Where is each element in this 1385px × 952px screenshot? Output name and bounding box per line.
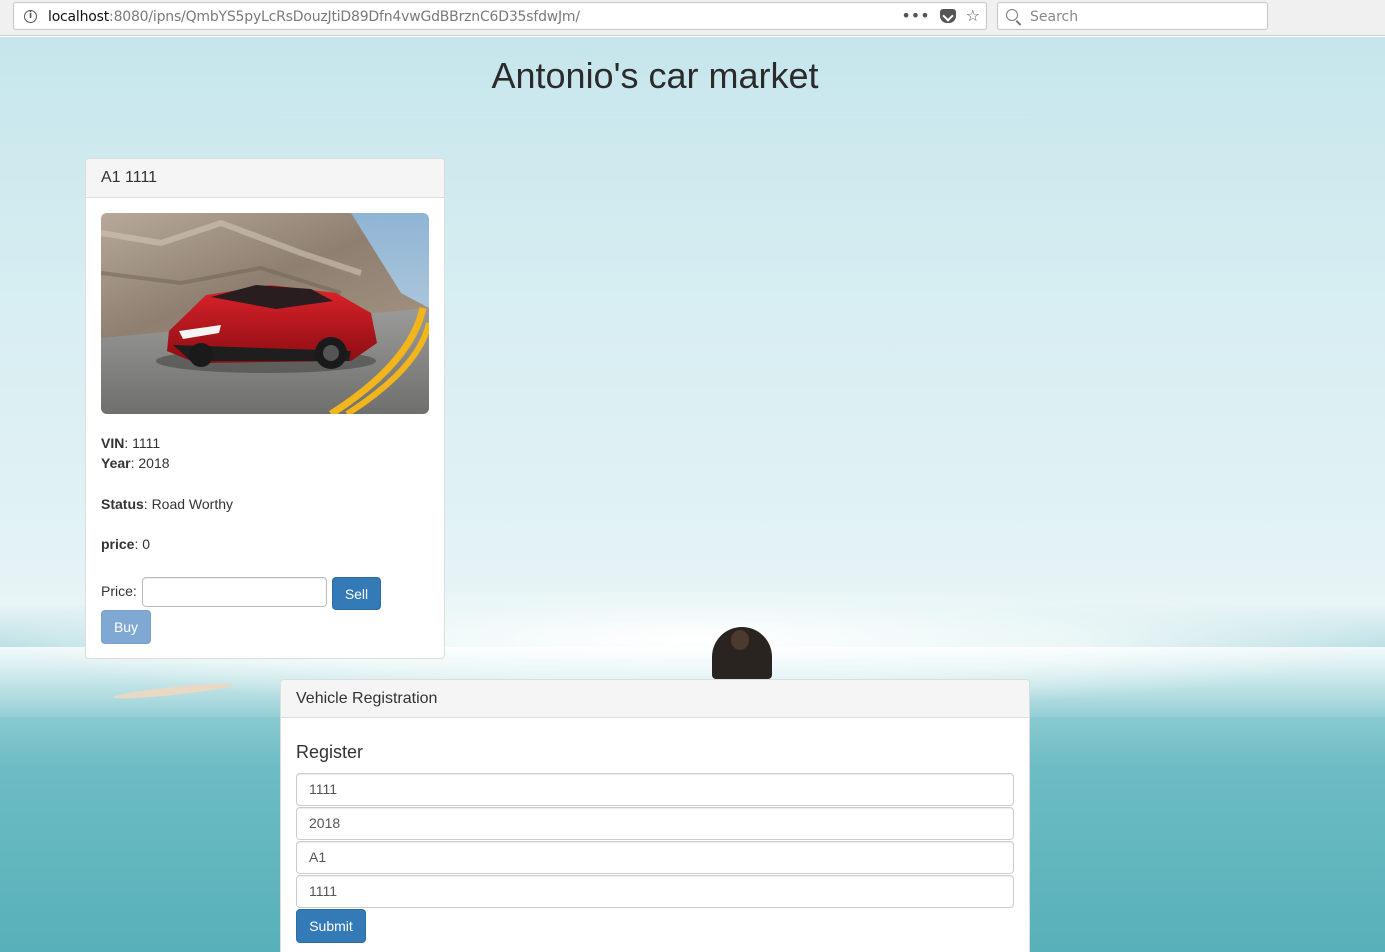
price-input-label: Price: bbox=[101, 583, 137, 599]
registration-year-field[interactable]: 2018 bbox=[296, 807, 1014, 840]
url-text[interactable]: localhost:8080/ipns/QmbYS5pyLcRsDouzJtiD… bbox=[48, 9, 580, 25]
info-icon[interactable]: i bbox=[24, 10, 37, 23]
surfer-head bbox=[731, 630, 749, 650]
year-label: Year bbox=[101, 455, 131, 471]
vin-row: VIN: 1111 bbox=[101, 435, 160, 451]
register-title: Register bbox=[296, 742, 364, 762]
bookmark-star-icon[interactable]: ☆ bbox=[966, 7, 980, 25]
vehicle-registration-panel: Vehicle Registration Register 1111 2018 … bbox=[280, 679, 1030, 952]
url-host: localhost bbox=[48, 9, 110, 25]
page-background: Antonio's car market A1 1111 VIN: 1111 Y… bbox=[0, 37, 1385, 952]
car-photo-illustration bbox=[101, 213, 429, 414]
registration-plate-field[interactable]: 1111 bbox=[296, 875, 1014, 908]
price-label: price bbox=[101, 536, 135, 552]
page-title: Antonio's car market bbox=[491, 55, 819, 96]
status-row: Status: Road Worthy bbox=[101, 496, 233, 512]
browser-search-box[interactable]: Search bbox=[997, 2, 1268, 30]
page-actions-icon[interactable]: ••• bbox=[901, 7, 929, 25]
registration-vin-field[interactable]: 1111 bbox=[296, 773, 1014, 806]
year-value: : 2018 bbox=[130, 455, 170, 471]
submit-button[interactable]: Submit bbox=[296, 909, 366, 943]
price-value: : 0 bbox=[134, 536, 151, 552]
vin-value: : 1111 bbox=[124, 435, 161, 451]
url-path: :8080/ipns/QmbYS5pyLcRsDouzJtiD89Dfn4vwG… bbox=[109, 9, 580, 25]
status-value: : Road Worthy bbox=[143, 496, 234, 512]
car-card: A1 1111 VIN: 1111 Year: 2018 Status: Roa… bbox=[85, 158, 445, 659]
buy-button[interactable]: Buy bbox=[101, 610, 151, 644]
price-row: price: 0 bbox=[101, 536, 150, 552]
vin-label: VIN bbox=[101, 435, 125, 451]
pocket-icon[interactable] bbox=[939, 9, 956, 23]
car-card-heading: A1 1111 bbox=[86, 159, 444, 198]
sell-button[interactable]: Sell bbox=[332, 577, 381, 610]
registration-heading: Vehicle Registration bbox=[281, 680, 1029, 718]
address-bar[interactable]: i localhost:8080/ipns/QmbYS5pyLcRsDouzJt… bbox=[13, 2, 987, 30]
title-divider bbox=[280, 117, 1030, 118]
year-row: Year: 2018 bbox=[101, 455, 170, 471]
car-photo bbox=[101, 213, 429, 414]
address-bar-actions: ••• ☆ bbox=[901, 7, 980, 25]
search-placeholder: Search bbox=[1030, 9, 1079, 25]
registration-model-field[interactable]: A1 bbox=[296, 841, 1014, 874]
status-label: Status bbox=[101, 496, 144, 512]
browser-toolbar: i localhost:8080/ipns/QmbYS5pyLcRsDouzJt… bbox=[0, 0, 1385, 36]
price-input[interactable] bbox=[142, 577, 327, 607]
search-icon bbox=[1006, 9, 1018, 21]
